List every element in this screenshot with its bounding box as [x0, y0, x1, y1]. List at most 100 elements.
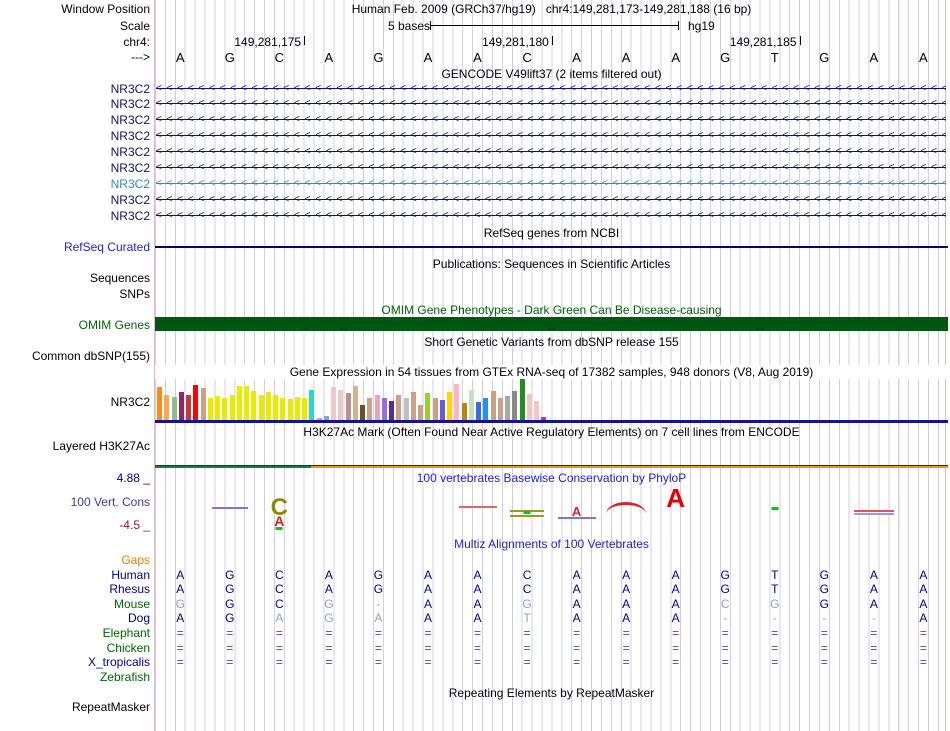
gtex-bar[interactable]: [157, 387, 162, 420]
conservation-wiggle[interactable]: CAAA: [0, 484, 950, 536]
multiz-species-label[interactable]: Gaps: [0, 553, 150, 567]
sequences-label[interactable]: Sequences: [0, 271, 150, 285]
gencode-gene-label[interactable]: NR3C2: [0, 113, 150, 127]
layered-h3k27ac-label[interactable]: Layered H3K27Ac: [0, 439, 150, 453]
gtex-bar[interactable]: [490, 391, 496, 420]
gtex-bar[interactable]: [178, 392, 184, 420]
gtex-bar[interactable]: [468, 390, 474, 420]
multiz-track-title[interactable]: Multiz Alignments of 100 Vertebrates: [155, 537, 948, 551]
omim-track-title[interactable]: OMIM Gene Phenotypes - Dark Green Can Be…: [155, 303, 948, 317]
gencode-track-title[interactable]: GENCODE V49lift37 (2 items filtered out): [155, 67, 948, 81]
publications-track-title[interactable]: Publications: Sequences in Scientific Ar…: [155, 257, 948, 271]
gtex-bar[interactable]: [541, 417, 547, 420]
gtex-bar[interactable]: [171, 397, 177, 420]
gtex-bar[interactable]: [512, 391, 518, 420]
gtex-bar[interactable]: [396, 395, 402, 420]
gtex-bar[interactable]: [316, 418, 322, 420]
gtex-bar[interactable]: [222, 398, 228, 420]
repeatmasker-label[interactable]: RepeatMasker: [0, 700, 150, 714]
gene-model-row[interactable]: < < < < < < < < < < < < < < < < < < < < …: [156, 128, 946, 143]
gtex-bar[interactable]: [244, 386, 249, 420]
gencode-gene-label[interactable]: NR3C2: [0, 82, 150, 96]
gtex-bar[interactable]: [287, 399, 293, 420]
gene-model-row[interactable]: < < < < < < < < < < < < < < < < < < < < …: [156, 208, 946, 223]
gtex-bar[interactable]: [258, 395, 264, 420]
dbsnp-track-title[interactable]: Short Genetic Variants from dbSNP releas…: [155, 335, 948, 349]
gtex-bar[interactable]: [294, 397, 300, 420]
gtex-bar[interactable]: [381, 398, 387, 420]
conservation-track-title[interactable]: 100 vertebrates Basewise Conservation by…: [155, 471, 948, 485]
gene-model-row[interactable]: < < < < < < < < < < < < < < < < < < < < …: [156, 81, 946, 96]
gtex-bar[interactable]: [331, 387, 336, 420]
gtex-bar[interactable]: [432, 398, 438, 420]
gtex-bar[interactable]: [215, 396, 220, 420]
gtex-bar[interactable]: [367, 398, 373, 420]
gtex-bar[interactable]: [265, 392, 271, 420]
multiz-species-label[interactable]: Chicken: [0, 641, 150, 655]
gencode-gene-label[interactable]: NR3C2: [0, 161, 150, 175]
common-dbsnp-label[interactable]: Common dbSNP(155): [0, 349, 150, 363]
h3k27ac-track-title[interactable]: H3K27Ac Mark (Often Found Near Active Re…: [155, 425, 948, 439]
gtex-bar[interactable]: [497, 398, 503, 420]
refseq-track-title[interactable]: RefSeq genes from NCBI: [155, 226, 948, 240]
gtex-bar[interactable]: [280, 398, 286, 420]
gtex-bar[interactable]: [461, 403, 467, 420]
gtex-bar[interactable]: [193, 385, 199, 420]
gtex-bar[interactable]: [338, 390, 344, 420]
multiz-species-label[interactable]: Mouse: [0, 597, 150, 611]
gene-model-row[interactable]: < < < < < < < < < < < < < < < < < < < < …: [156, 144, 946, 159]
gtex-bar[interactable]: [229, 395, 235, 420]
gtex-bar[interactable]: [447, 392, 452, 420]
gtex-bar[interactable]: [360, 405, 365, 420]
gtex-bar[interactable]: [476, 402, 481, 420]
multiz-species-label[interactable]: Rhesus: [0, 582, 150, 596]
gtex-bar[interactable]: [519, 378, 525, 420]
gtex-bar[interactable]: [309, 390, 315, 420]
gtex-bar[interactable]: [403, 398, 409, 420]
gene-model-row[interactable]: < < < < < < < < < < < < < < < < < < < < …: [156, 176, 946, 191]
gene-model-row[interactable]: < < < < < < < < < < < < < < < < < < < < …: [156, 112, 946, 127]
gencode-gene-label[interactable]: NR3C2: [0, 193, 150, 207]
multiz-species-label[interactable]: Elephant: [0, 626, 150, 640]
gtex-bar[interactable]: [526, 394, 532, 420]
gtex-bar[interactable]: [352, 386, 358, 420]
gtex-track-title[interactable]: Gene Expression in 54 tissues from GTEx …: [155, 365, 948, 379]
gtex-bar[interactable]: [483, 398, 489, 420]
omim-genes-label[interactable]: OMIM Genes: [0, 318, 150, 332]
gtex-bar[interactable]: [302, 398, 307, 420]
gtex-bar[interactable]: [505, 396, 510, 420]
gtex-bar[interactable]: [323, 416, 329, 420]
gencode-gene-label[interactable]: NR3C2: [0, 129, 150, 143]
gtex-gene-label[interactable]: NR3C2: [0, 395, 150, 409]
gtex-bar[interactable]: [251, 391, 257, 420]
refseq-curated-label[interactable]: RefSeq Curated: [0, 240, 150, 254]
multiz-species-label[interactable]: X_tropicalis: [0, 655, 150, 669]
gtex-bar[interactable]: [418, 405, 423, 420]
refseq-gene-line[interactable]: [155, 246, 948, 248]
gtex-bar[interactable]: [410, 392, 416, 420]
omim-gene-bar[interactable]: [155, 317, 948, 331]
gtex-bar[interactable]: [389, 401, 394, 420]
gencode-gene-label[interactable]: NR3C2: [0, 177, 150, 191]
gtex-bar[interactable]: [273, 395, 278, 420]
gtex-bar[interactable]: [164, 395, 170, 420]
multiz-species-label[interactable]: Human: [0, 568, 150, 582]
gtex-bar[interactable]: [207, 398, 213, 420]
repeatmasker-track-title[interactable]: Repeating Elements by RepeatMasker: [155, 686, 948, 700]
gencode-gene-label[interactable]: NR3C2: [0, 97, 150, 111]
gene-model-row[interactable]: < < < < < < < < < < < < < < < < < < < < …: [156, 192, 946, 207]
gtex-bar[interactable]: [200, 388, 206, 420]
gtex-bar[interactable]: [425, 393, 431, 420]
multiz-species-label[interactable]: Dog: [0, 611, 150, 625]
gtex-bar[interactable]: [534, 401, 539, 420]
gtex-bar[interactable]: [374, 395, 380, 420]
gtex-bar[interactable]: [454, 384, 460, 420]
gtex-bar[interactable]: [186, 395, 191, 420]
gencode-gene-label[interactable]: NR3C2: [0, 145, 150, 159]
gene-model-row[interactable]: < < < < < < < < < < < < < < < < < < < < …: [156, 160, 946, 175]
gtex-bar[interactable]: [236, 386, 242, 420]
snps-label[interactable]: SNPs: [0, 287, 150, 301]
gtex-bar[interactable]: [439, 400, 445, 420]
gtex-bar[interactable]: [345, 393, 351, 420]
gencode-gene-label[interactable]: NR3C2: [0, 209, 150, 223]
